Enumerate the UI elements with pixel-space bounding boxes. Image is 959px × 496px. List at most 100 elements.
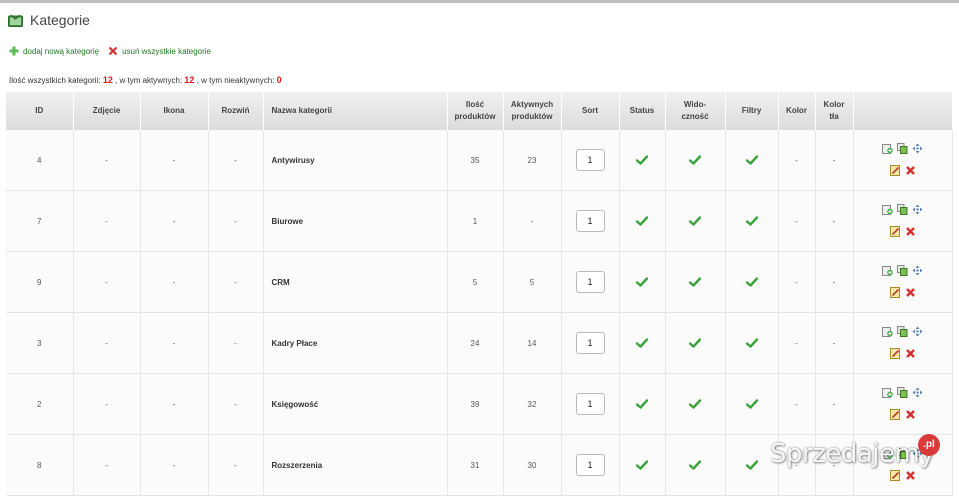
delete-icon[interactable]: [905, 287, 916, 300]
page-header: Kategorie: [8, 11, 90, 29]
cell-id: 9: [6, 251, 74, 313]
edit-icon[interactable]: [889, 164, 901, 178]
delete-all-categories-link[interactable]: usuń wszystkie kategorie: [108, 46, 211, 56]
status-check-icon[interactable]: [635, 338, 649, 348]
delete-icon: [108, 46, 118, 56]
cell-filters: [725, 312, 779, 374]
move-icon[interactable]: [912, 326, 923, 339]
cell-products: 24: [447, 312, 504, 374]
copy-icon[interactable]: [897, 264, 908, 278]
move-icon[interactable]: [912, 204, 923, 217]
cell-icon: -: [140, 373, 209, 435]
edit-icon[interactable]: [889, 408, 901, 422]
header-color: Kolor: [778, 92, 816, 130]
cell-expand: -: [208, 190, 264, 252]
filters-check-icon[interactable]: [745, 216, 758, 226]
move-icon[interactable]: [912, 265, 923, 278]
move-icon[interactable]: [912, 143, 923, 156]
header-active-products[interactable]: Aktywnych produktów: [503, 92, 562, 130]
header-name[interactable]: Nazwa kategorii: [263, 92, 448, 130]
filters-check-icon[interactable]: [745, 277, 758, 287]
summary-total: 12: [102, 75, 113, 85]
edit-icon[interactable]: [889, 225, 901, 239]
edit-icon[interactable]: [889, 286, 901, 300]
visibility-check-icon[interactable]: [688, 338, 702, 348]
add-subcategory-icon[interactable]: [882, 265, 893, 278]
cell-bgcolor: -: [815, 130, 854, 191]
cell-products: 39: [447, 373, 504, 435]
status-check-icon[interactable]: [635, 155, 649, 165]
watermark-badge: .pl: [918, 434, 940, 456]
visibility-check-icon[interactable]: [688, 399, 702, 409]
cell-id: 4: [6, 130, 74, 191]
cell-bgcolor: -: [815, 251, 854, 313]
sort-input[interactable]: 1: [575, 393, 605, 415]
add-subcategory-icon[interactable]: [882, 143, 893, 156]
cell-status: [619, 251, 666, 313]
visibility-check-icon[interactable]: [688, 216, 702, 226]
filters-check-icon[interactable]: [745, 399, 758, 409]
cell-active-products: 32: [503, 373, 562, 435]
header-bgcolor-line1: Kolor: [823, 100, 845, 109]
cell-products: 5: [447, 251, 504, 313]
cell-visibility: [665, 130, 726, 191]
status-check-icon[interactable]: [635, 216, 649, 226]
sort-input[interactable]: 1: [575, 454, 605, 476]
header-status[interactable]: Status: [619, 92, 666, 130]
status-check-icon[interactable]: [635, 277, 649, 287]
cell-id: 7: [6, 190, 74, 252]
delete-icon[interactable]: [905, 348, 916, 361]
cell-visibility: [665, 373, 726, 435]
move-icon[interactable]: [912, 387, 923, 400]
cell-products: 1: [447, 190, 504, 252]
copy-icon[interactable]: [897, 203, 908, 217]
delete-icon[interactable]: [905, 409, 916, 422]
cell-icon: -: [140, 251, 209, 313]
filters-check-icon[interactable]: [745, 460, 758, 470]
add-subcategory-icon[interactable]: [882, 326, 893, 339]
copy-icon[interactable]: [897, 386, 908, 400]
cell-category-name: Księgowość: [263, 373, 448, 435]
visibility-check-icon[interactable]: [688, 155, 702, 165]
add-subcategory-icon[interactable]: [882, 204, 893, 217]
cell-expand: -: [208, 130, 264, 191]
sort-input[interactable]: 1: [575, 149, 605, 171]
cell-color: -: [778, 373, 816, 435]
sort-input[interactable]: 1: [575, 210, 605, 232]
add-subcategory-icon[interactable]: [882, 387, 893, 400]
cell-photo: -: [73, 434, 141, 496]
header-sort[interactable]: Sort: [561, 92, 620, 130]
header-visibility-line2: czność: [681, 112, 709, 121]
cell-active-products: 30: [503, 434, 562, 496]
visibility-check-icon[interactable]: [688, 460, 702, 470]
table-row: 2- - - Księgowość 39 32 1- -: [6, 373, 953, 435]
cell-products: 35: [447, 130, 504, 191]
cell-category-name: Kadry Płace: [263, 312, 448, 374]
delete-icon[interactable]: [905, 226, 916, 239]
edit-icon[interactable]: [889, 347, 901, 361]
header-filters[interactable]: Filtry: [725, 92, 779, 130]
cell-color: -: [778, 130, 816, 191]
add-category-link[interactable]: dodaj nową kategorię: [9, 46, 99, 56]
header-visibility-line1: Wido-: [683, 100, 707, 109]
cell-color: -: [778, 190, 816, 252]
header-products[interactable]: Ilość produktów: [447, 92, 504, 130]
category-summary: Ilość wszystkich kategorii: 12 , w tym a…: [9, 75, 282, 85]
status-check-icon[interactable]: [635, 399, 649, 409]
copy-icon[interactable]: [897, 325, 908, 339]
header-visibility[interactable]: Wido-czność: [665, 92, 726, 130]
header-id[interactable]: ID: [6, 92, 74, 130]
sort-input[interactable]: 1: [575, 332, 605, 354]
cell-expand: -: [208, 312, 264, 374]
cell-visibility: [665, 251, 726, 313]
summary-inactive-text: , w tym nieaktywnych:: [194, 76, 277, 85]
filters-check-icon[interactable]: [745, 155, 758, 165]
filters-check-icon[interactable]: [745, 338, 758, 348]
visibility-check-icon[interactable]: [688, 277, 702, 287]
cell-color: -: [778, 251, 816, 313]
status-check-icon[interactable]: [635, 460, 649, 470]
sort-input[interactable]: 1: [575, 271, 605, 293]
delete-icon[interactable]: [905, 165, 916, 178]
copy-icon[interactable]: [897, 142, 908, 156]
table-row: 9- - - CRM 5 5 1- -: [6, 251, 953, 313]
